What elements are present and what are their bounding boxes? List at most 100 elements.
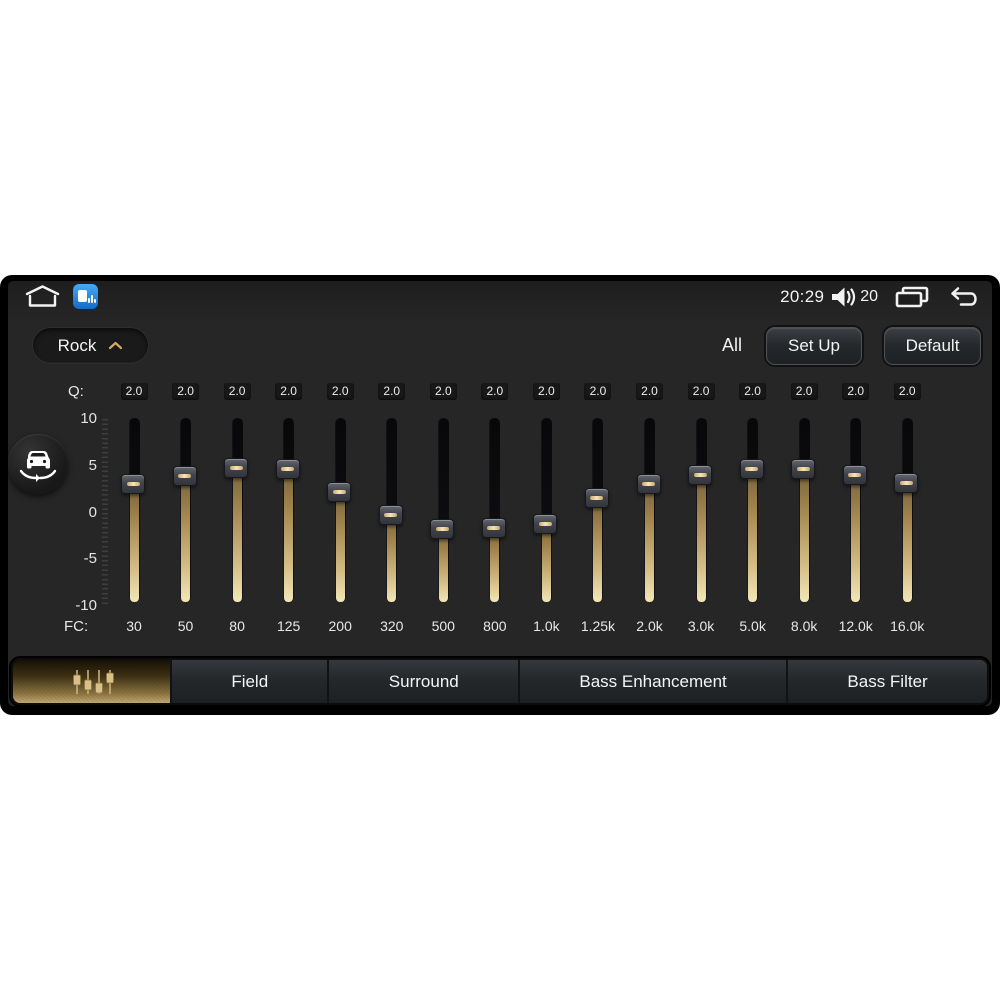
slider-handle[interactable] — [172, 466, 197, 487]
q-value-box[interactable]: 2.0 — [120, 382, 148, 400]
eq-band-slider[interactable] — [481, 418, 506, 602]
volume-level: 20 — [860, 288, 878, 305]
slider-handle[interactable] — [224, 457, 249, 478]
gain-axis-label: 0 — [88, 503, 97, 521]
fc-row-label: FC: — [64, 618, 89, 635]
slider-fill — [799, 469, 809, 602]
eq-band-slider[interactable] — [378, 418, 403, 602]
tab-label: Bass Enhancement — [579, 671, 727, 691]
slider-handle[interactable] — [533, 513, 558, 534]
eq-band-slider[interactable] — [894, 418, 919, 602]
eq-band-slider[interactable] — [121, 418, 145, 602]
handle-gold-bar — [281, 466, 295, 471]
eq-band-slider[interactable] — [430, 418, 455, 602]
slider-handle[interactable] — [739, 459, 764, 480]
eq-band-slider[interactable] — [688, 418, 713, 602]
q-value-box[interactable]: 2.0 — [326, 382, 354, 400]
handle-gold-bar — [332, 489, 346, 494]
bottom-tab-bar: Field Surround Bass Enhancement Bass Filter — [11, 658, 989, 705]
frequency-label: 800 — [483, 618, 507, 634]
eq-band-slider[interactable] — [275, 418, 300, 602]
recent-apps-icon[interactable] — [894, 285, 930, 309]
eq-band-slider[interactable] — [739, 418, 764, 602]
frequency-label: 1.0k — [533, 618, 560, 634]
all-label[interactable]: All — [722, 335, 742, 356]
gain-axis-label: 10 — [80, 410, 97, 427]
eq-band-slider[interactable] — [842, 418, 867, 602]
default-button[interactable]: Default — [884, 326, 981, 365]
handle-gold-bar — [487, 526, 501, 531]
q-value-box[interactable]: 2.0 — [378, 382, 406, 400]
q-value-box[interactable]: 2.0 — [584, 382, 612, 400]
slider-handle[interactable] — [791, 459, 816, 480]
q-value-box[interactable]: 2.0 — [842, 382, 870, 400]
handle-gold-bar — [693, 473, 707, 478]
tab-surround[interactable]: Surround — [327, 660, 519, 703]
q-value-box[interactable]: 2.0 — [532, 382, 560, 400]
gain-tick-ruler — [102, 419, 108, 607]
q-value-box[interactable]: 2.0 — [223, 382, 251, 400]
tab-field[interactable]: Field — [170, 660, 328, 703]
slider-handle[interactable] — [378, 505, 403, 526]
slider-handle[interactable] — [636, 474, 661, 495]
tab-bass-filter[interactable]: Bass Filter — [786, 660, 988, 703]
slider-handle[interactable] — [894, 472, 919, 493]
q-value-box[interactable]: 2.0 — [687, 382, 715, 400]
frequency-label: 30 — [126, 618, 142, 634]
frequency-label: 1.25k — [580, 618, 616, 634]
q-value-box[interactable]: 2.0 — [636, 382, 663, 400]
slider-fill — [284, 468, 294, 602]
slider-fill — [696, 475, 706, 602]
q-value-box[interactable]: 2.0 — [790, 382, 818, 400]
car-surround-button[interactable] — [8, 434, 68, 494]
equalizer-sliders-icon — [72, 669, 114, 694]
speaker-icon[interactable] — [830, 286, 857, 308]
tab-label: Bass Filter — [847, 671, 928, 691]
chevron-up-icon — [109, 341, 123, 350]
q-value-box[interactable]: 2.0 — [481, 382, 509, 400]
setup-button[interactable]: Set Up — [766, 326, 862, 365]
eq-band-slider[interactable] — [172, 418, 197, 602]
tab-bass-enhancement[interactable]: Bass Enhancement — [518, 660, 787, 703]
slider-handle[interactable] — [121, 473, 145, 494]
tab-label: Surround — [388, 671, 459, 691]
eq-band-slider[interactable] — [224, 418, 249, 602]
slider-handle[interactable] — [584, 488, 609, 509]
eq-band-slider[interactable] — [533, 418, 558, 602]
slider-fill — [387, 515, 397, 602]
q-value-box[interactable]: 2.0 — [893, 382, 921, 400]
eq-band-slider[interactable] — [327, 418, 352, 602]
slider-handle[interactable] — [327, 481, 352, 502]
handle-gold-bar — [384, 513, 398, 518]
home-icon[interactable] — [24, 284, 61, 309]
handle-gold-bar — [796, 467, 810, 472]
music-app-icon[interactable] — [73, 284, 98, 309]
q-value-box[interactable]: 2.0 — [172, 382, 200, 400]
preset-label: Rock — [57, 335, 97, 355]
back-icon[interactable] — [948, 285, 982, 309]
slider-fill — [902, 482, 912, 602]
q-value-box[interactable]: 2.0 — [739, 382, 767, 400]
slider-handle[interactable] — [688, 465, 713, 486]
handle-gold-bar — [178, 474, 192, 479]
slider-fill — [490, 528, 500, 602]
tab-equalizer[interactable] — [13, 660, 170, 703]
slider-handle[interactable] — [430, 519, 455, 540]
status-bar-right: 20:29 20 — [780, 284, 982, 310]
slider-fill — [438, 529, 448, 602]
slider-fill — [335, 491, 345, 602]
q-value-box[interactable]: 2.0 — [275, 382, 303, 400]
frequency-label: 12.0k — [838, 618, 873, 634]
frequency-label: 16.0k — [890, 618, 925, 634]
eq-band-slider[interactable] — [636, 418, 661, 602]
slider-handle[interactable] — [481, 518, 506, 539]
eq-band-slider[interactable] — [791, 418, 816, 602]
slider-fill — [851, 475, 861, 602]
eq-band-slider[interactable] — [584, 418, 609, 602]
slider-handle[interactable] — [275, 458, 300, 479]
q-value-box[interactable]: 2.0 — [429, 382, 457, 400]
slider-handle[interactable] — [842, 465, 867, 486]
status-bar-left — [24, 284, 98, 309]
frequency-label: 500 — [431, 618, 455, 634]
preset-dropdown[interactable]: Rock — [32, 327, 149, 364]
